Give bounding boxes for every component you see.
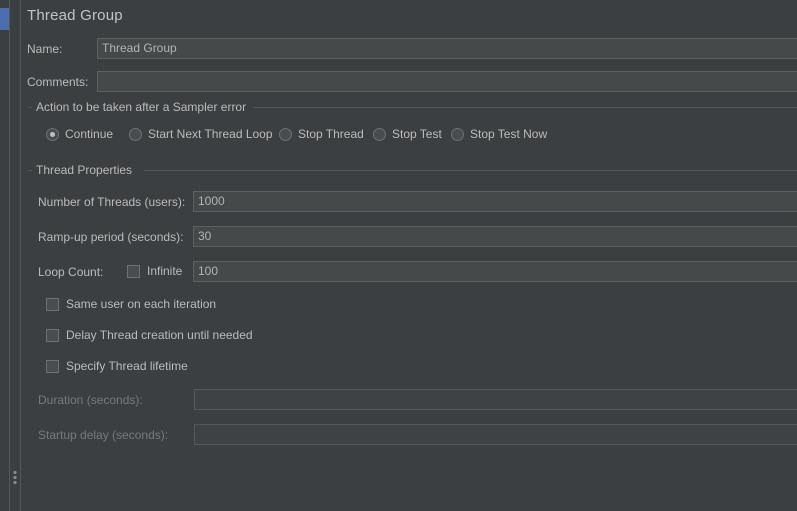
radio-dot-icon [451, 127, 464, 141]
thread-group-editor: Thread Group Name: Thread Group Comments… [0, 0, 797, 511]
name-input[interactable]: Thread Group [97, 38, 797, 59]
duration-label: Duration (seconds): [38, 393, 143, 407]
splitter-grip-icon[interactable] [13, 471, 17, 484]
checkbox-box-icon [46, 328, 59, 342]
ramp-up-period-input[interactable]: 30 [193, 226, 797, 247]
radio-continue[interactable]: Continue [46, 127, 113, 141]
comments-label: Comments: [27, 75, 89, 89]
loop-count-input[interactable]: 100 [193, 261, 797, 282]
radio-dot-icon [46, 127, 59, 141]
checkbox-label: Specify Thread lifetime [66, 359, 188, 373]
radio-stop-thread[interactable]: Stop Thread [279, 127, 364, 141]
same-user-on-each-iteration-checkbox[interactable]: Same user on each iteration [46, 297, 216, 311]
radio-label: Stop Thread [298, 127, 364, 141]
sampler-error-group-title: Action to be taken after a Sampler error [32, 100, 251, 114]
delay-thread-creation-checkbox[interactable]: Delay Thread creation until needed [46, 328, 253, 342]
thread-properties-group: Thread Properties [28, 163, 797, 455]
startup-delay-input[interactable] [194, 424, 797, 445]
radio-stop-test-now[interactable]: Stop Test Now [451, 127, 547, 141]
radio-stop-test[interactable]: Stop Test [373, 127, 442, 141]
radio-label: Stop Test [392, 127, 442, 141]
radio-dot-icon [129, 127, 142, 141]
group-border-right [144, 170, 797, 171]
number-of-threads-label: Number of Threads (users): [38, 195, 186, 209]
radio-label: Start Next Thread Loop [148, 127, 273, 141]
checkbox-box-icon [46, 297, 59, 311]
ramp-up-period-label: Ramp-up period (seconds): [38, 230, 184, 244]
radio-dot-icon [373, 127, 386, 141]
radio-label: Stop Test Now [470, 127, 548, 141]
page-title: Thread Group [27, 7, 123, 24]
checkbox-label: Delay Thread creation until needed [66, 328, 253, 342]
radio-dot-icon [279, 127, 292, 141]
loop-count-infinite-checkbox[interactable]: Infinite [127, 264, 182, 278]
name-label: Name: [27, 42, 63, 56]
specify-thread-lifetime-checkbox[interactable]: Specify Thread lifetime [46, 359, 188, 373]
checkbox-box-icon [46, 359, 59, 373]
checkbox-box-icon [127, 264, 140, 278]
tree-selection-accent [0, 8, 9, 30]
checkbox-label: Infinite [147, 264, 183, 278]
checkbox-label: Same user on each iteration [66, 297, 217, 311]
comments-input[interactable] [97, 71, 797, 92]
duration-input[interactable] [194, 389, 797, 410]
panel-splitter[interactable] [9, 0, 21, 511]
thread-properties-group-title: Thread Properties [32, 163, 137, 177]
number-of-threads-input[interactable]: 1000 [193, 191, 797, 212]
radio-label: Continue [65, 127, 114, 141]
startup-delay-label: Startup delay (seconds): [38, 428, 169, 442]
radio-start-next-thread-loop[interactable]: Start Next Thread Loop [129, 127, 273, 141]
loop-count-label: Loop Count: [38, 265, 104, 279]
tree-gutter [0, 0, 9, 511]
group-border-right [253, 107, 797, 108]
thread-group-panel: Thread Group Name: Thread Group Comments… [22, 0, 797, 511]
